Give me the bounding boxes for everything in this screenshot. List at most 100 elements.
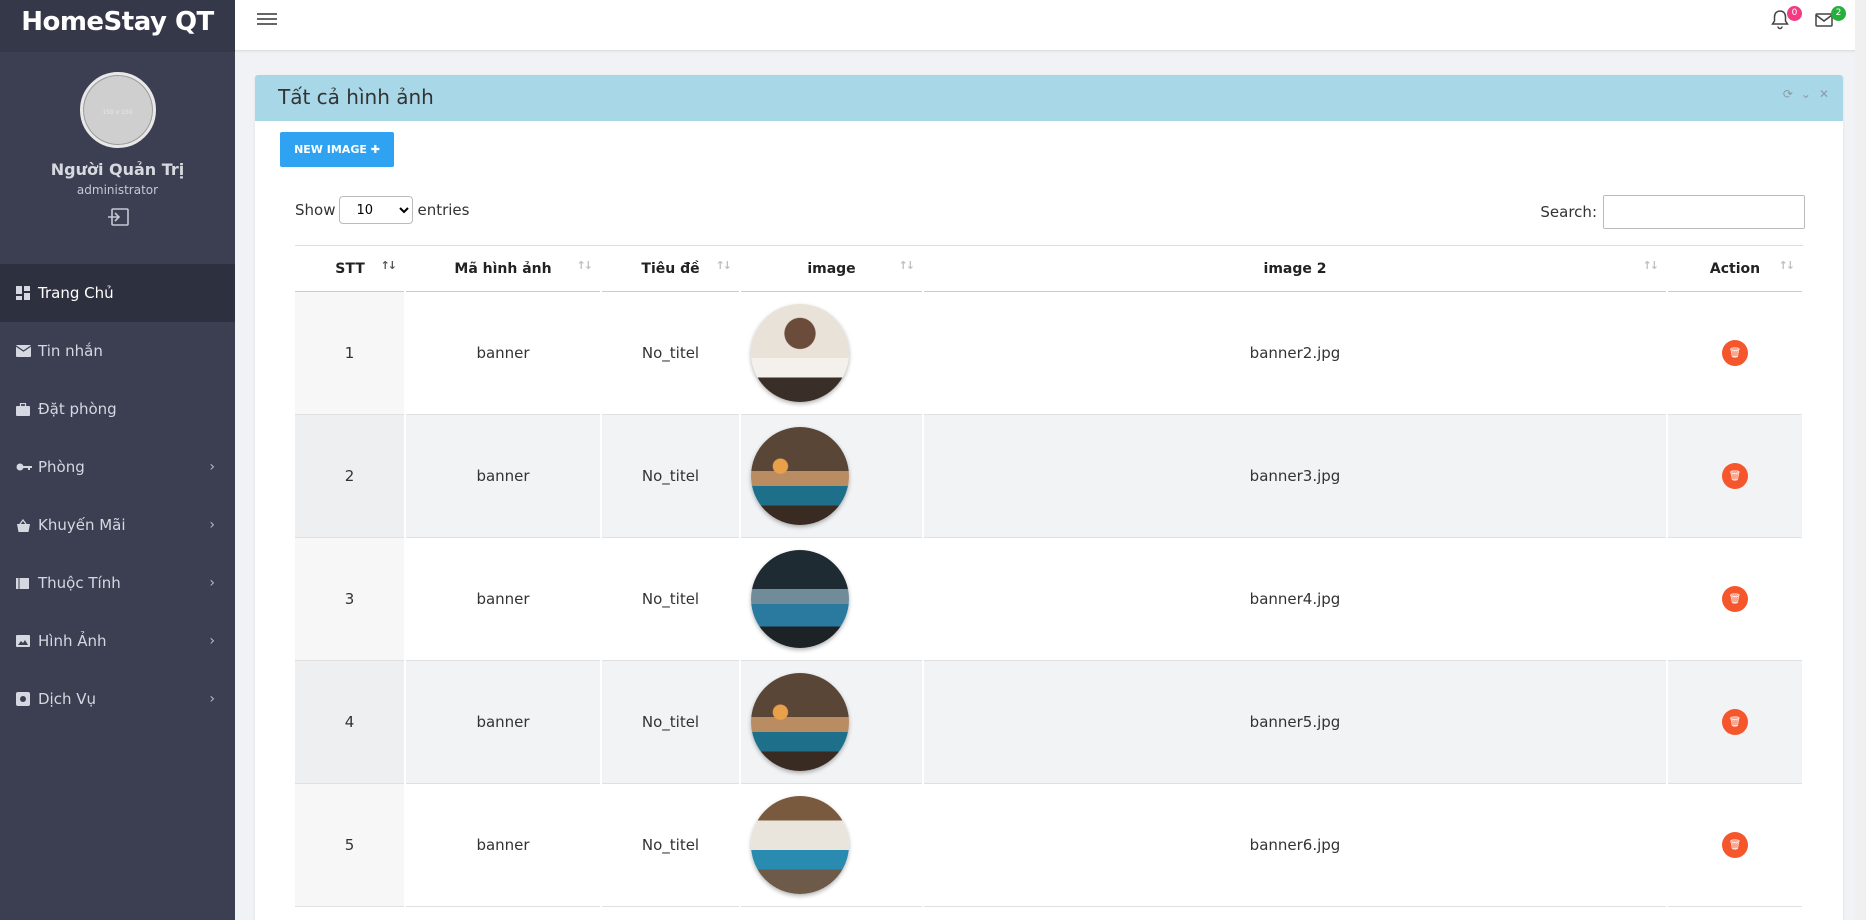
sort-arrows-icon: ↑↓ <box>380 259 398 272</box>
room-thumbnail-image <box>751 796 849 894</box>
messages-count-badge: 2 <box>1831 6 1846 21</box>
briefcase-icon <box>16 402 38 416</box>
collapse-chevron-icon[interactable]: ⌄ <box>1801 87 1811 101</box>
search-input[interactable] <box>1603 195 1805 229</box>
table-row: 2 banner No_titel banner3.jpg 🗑 <box>295 414 1804 538</box>
list-icon <box>16 577 38 589</box>
sidebar-item-label: Trang Chủ <box>38 284 114 302</box>
envelope-icon <box>16 345 38 357</box>
sidebar-item-list[interactable]: Thuộc Tính › <box>0 554 235 612</box>
delete-button[interactable]: 🗑 <box>1722 463 1748 489</box>
sidebar-item-label: Phòng <box>38 458 85 476</box>
profile-block: 150 x 150 Người Quản Trị administrator <box>0 52 235 262</box>
notification-count-badge: 0 <box>1787 6 1802 21</box>
sidebar-nav: Trang Chủ Tin nhắn Đặt phòng Phòng › Khuyến M… <box>0 264 235 728</box>
sidebar-item-label: Hình Ảnh <box>38 632 107 650</box>
cell-title: No_titel <box>601 414 741 538</box>
entries-length-control: Show 10 entries <box>295 195 469 225</box>
profile-name: Người Quản Trị <box>50 160 185 179</box>
cell-stt: 2 <box>295 414 406 538</box>
image-icon <box>16 635 38 647</box>
cell-image2: banner6.jpg <box>923 783 1668 907</box>
sidebar-item-envelope[interactable]: Tin nhắn <box>0 322 235 380</box>
cell-action: 🗑 <box>1667 291 1804 415</box>
cell-stt: 1 <box>295 291 406 415</box>
sidebar-item-key[interactable]: Phòng › <box>0 438 235 496</box>
header-label: STT <box>335 260 365 277</box>
room-thumbnail-image <box>751 427 849 525</box>
sidebar-item-dashboard[interactable]: Trang Chủ <box>0 264 235 322</box>
cell-title: No_titel <box>601 783 741 907</box>
delete-button[interactable]: 🗑 <box>1722 709 1748 735</box>
sidebar-item-service[interactable]: Dịch Vụ › <box>0 670 235 728</box>
header-label: Action <box>1709 260 1761 277</box>
table-row: 1 banner No_titel banner2.jpg 🗑 <box>295 291 1804 415</box>
service-icon <box>16 692 38 706</box>
trash-icon: 🗑 <box>1728 839 1742 851</box>
sidebar-item-basket[interactable]: Khuyến Mãi › <box>0 496 235 554</box>
images-card: Tất cả hình ảnh ⟳ ⌄ ✕ NEW IMAGE ✚ Show 1… <box>255 75 1843 920</box>
header-label: Tiêu đề <box>641 260 700 277</box>
sidebar-item-label: Thuộc Tính <box>38 574 121 592</box>
delete-button[interactable]: 🗑 <box>1722 832 1748 858</box>
cell-action: 🗑 <box>1667 414 1804 538</box>
key-icon <box>16 462 38 472</box>
cell-code: banner <box>405 291 602 415</box>
cell-stt: 4 <box>295 660 406 784</box>
delete-button[interactable]: 🗑 <box>1722 586 1748 612</box>
sidebar-item-label: Tin nhắn <box>38 342 103 360</box>
room-thumbnail-image <box>751 550 849 648</box>
cell-action: 🗑 <box>1667 783 1804 907</box>
search-control: Search: <box>1540 195 1805 229</box>
messages-envelope-icon[interactable]: 2 <box>1814 6 1846 34</box>
cell-code: banner <box>405 414 602 538</box>
trash-icon: 🗑 <box>1728 716 1742 728</box>
refresh-icon[interactable]: ⟳ <box>1783 87 1793 101</box>
cell-code: banner <box>405 783 602 907</box>
dashboard-icon <box>16 286 38 300</box>
cell-code: banner <box>405 537 602 661</box>
menu-toggle-icon[interactable] <box>257 10 277 30</box>
cell-image <box>740 660 924 784</box>
header-col-title[interactable]: Tiêu đề ↑↓ <box>601 245 740 292</box>
chevron-right-icon: › <box>209 633 215 649</box>
room-thumbnail-image <box>751 304 849 402</box>
cell-action: 🗑 <box>1667 537 1804 661</box>
new-image-button[interactable]: NEW IMAGE ✚ <box>280 132 394 167</box>
notification-bell-icon[interactable]: 0 <box>1770 6 1802 34</box>
sidebar-item-briefcase[interactable]: Đặt phòng <box>0 380 235 438</box>
sort-arrows-icon: ↑↓ <box>715 259 733 272</box>
cell-image2: banner2.jpg <box>923 291 1668 415</box>
header-col-code[interactable]: Mã hình ảnh ↑↓ <box>405 245 601 292</box>
chevron-right-icon: › <box>209 691 215 707</box>
sort-arrows-icon: ↑↓ <box>1642 259 1660 272</box>
chevron-right-icon: › <box>209 517 215 533</box>
close-icon[interactable]: ✕ <box>1819 87 1829 101</box>
sidebar: HomeStay QT 150 x 150 Người Quản Trị adm… <box>0 0 235 920</box>
cell-title: No_titel <box>601 537 741 661</box>
logout-icon[interactable] <box>0 207 235 227</box>
header-col-action[interactable]: Action ↑↓ <box>1667 245 1803 292</box>
new-image-button-label: NEW IMAGE <box>294 143 367 156</box>
header-col-stt[interactable]: STT ↑↓ <box>295 245 405 292</box>
cell-image <box>740 537 924 661</box>
images-table: STT ↑↓ Mã hình ảnh ↑↓ Tiêu đề ↑↓ image ↑↓ image … <box>295 245 1804 907</box>
delete-button[interactable]: 🗑 <box>1722 340 1748 366</box>
entries-select[interactable]: 10 <box>339 196 414 224</box>
header-col-image[interactable]: image ↑↓ <box>740 245 923 292</box>
brand-title[interactable]: HomeStay QT <box>0 0 235 52</box>
chevron-right-icon: › <box>209 459 215 475</box>
sort-arrows-icon: ↑↓ <box>898 259 916 272</box>
cell-stt: 5 <box>295 783 406 907</box>
basket-icon <box>16 518 38 532</box>
cell-stt: 3 <box>295 537 406 661</box>
profile-role: administrator <box>76 183 159 197</box>
cell-action: 🗑 <box>1667 660 1804 784</box>
entries-label: entries <box>417 201 470 219</box>
cell-image2: banner5.jpg <box>923 660 1668 784</box>
cell-image <box>740 291 924 415</box>
page-scrollbar[interactable] <box>1855 0 1866 920</box>
header-col-image2[interactable]: image 2 ↑↓ <box>923 245 1667 292</box>
sidebar-item-image[interactable]: Hình Ảnh › <box>0 612 235 670</box>
show-label: Show <box>295 201 336 219</box>
